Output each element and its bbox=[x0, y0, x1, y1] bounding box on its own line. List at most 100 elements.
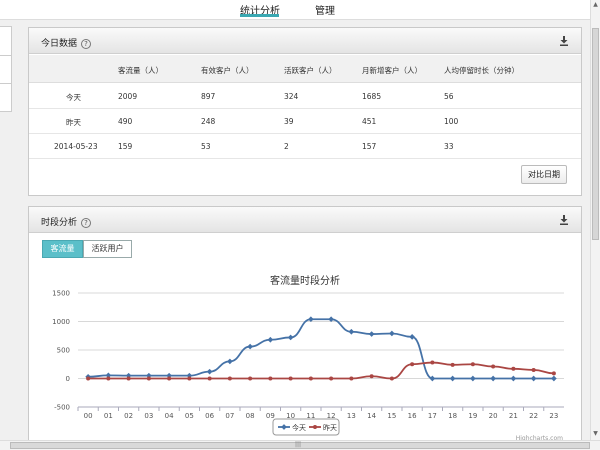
chart-grid bbox=[78, 292, 564, 408]
x-tick-label: 13 bbox=[347, 412, 356, 420]
horizontal-scrollbar[interactable]: ||| bbox=[0, 440, 600, 450]
x-tick-label: 08 bbox=[246, 412, 255, 420]
grip-icon: ||| bbox=[295, 441, 302, 448]
y-tick-label: 0 bbox=[66, 375, 70, 383]
y-tick-label: 500 bbox=[57, 347, 70, 355]
table-row: 2014-05-23 159 53 2 157 33 bbox=[29, 134, 581, 159]
panel-header: 时段分析? bbox=[29, 207, 581, 233]
legend-marker bbox=[313, 425, 317, 429]
x-tick-label: 18 bbox=[448, 412, 457, 420]
download-icon[interactable] bbox=[559, 36, 569, 46]
data-point bbox=[206, 368, 213, 375]
data-point bbox=[470, 362, 475, 367]
data-point bbox=[267, 336, 274, 343]
left-sidebar-stub[interactable] bbox=[0, 26, 12, 112]
legend-label: 今天 bbox=[292, 423, 306, 432]
period-analysis-panel: 时段分析? 客流量 活跃用户 客流量时段分析 -500 0 500 1000 1500 … bbox=[28, 206, 582, 442]
today-data-panel: 今日数据? 客流量（人） 有效客户（人） 活跃客户（人） 月新增客户（人） 人均… bbox=[28, 27, 582, 196]
scroll-up-icon[interactable]: ▲ bbox=[592, 1, 599, 9]
column-header: 活跃客户（人） bbox=[284, 66, 337, 75]
data-point bbox=[530, 375, 537, 382]
traffic-line-chart: 客流量时段分析 -500 0 500 1000 1500 00 01 02 03 04 05 06 0… bbox=[52, 274, 564, 442]
y-tick-label: 1500 bbox=[52, 290, 70, 298]
x-tick-label: 19 bbox=[468, 412, 477, 420]
column-header: 客流量（人） bbox=[118, 66, 163, 75]
legend-label: 昨天 bbox=[323, 423, 337, 432]
data-point bbox=[510, 375, 517, 382]
table-cell: 56 bbox=[444, 92, 454, 101]
data-point bbox=[247, 343, 253, 350]
table-cell: 今天 bbox=[66, 93, 81, 102]
data-point bbox=[349, 376, 354, 381]
question-circle-icon[interactable]: ? bbox=[81, 39, 92, 49]
data-point bbox=[449, 375, 456, 382]
table-cell: 100 bbox=[444, 117, 459, 126]
tab-manage[interactable]: 管理 bbox=[315, 2, 335, 17]
panel-title: 时段分析? bbox=[41, 215, 92, 228]
top-nav: 统计分析 管理 bbox=[0, 0, 590, 20]
table-cell: 2009 bbox=[118, 92, 138, 101]
table-row: 昨天 490 248 39 451 100 bbox=[29, 109, 581, 134]
data-point bbox=[287, 334, 294, 341]
question-circle-icon[interactable]: ? bbox=[81, 218, 92, 228]
today-panel-title: 今日数据 bbox=[41, 39, 78, 49]
x-tick-label: 16 bbox=[408, 412, 417, 420]
sidebar-divider bbox=[0, 83, 12, 84]
data-point bbox=[187, 376, 192, 381]
x-tick-label: 14 bbox=[367, 412, 376, 420]
data-point bbox=[227, 358, 233, 365]
table-cell: 1685 bbox=[362, 92, 382, 101]
x-tick-label: 22 bbox=[529, 412, 538, 420]
table-cell: 昨天 bbox=[66, 118, 81, 127]
x-tick-label: 03 bbox=[144, 412, 153, 420]
chart-legend: 今天 昨天 bbox=[272, 418, 340, 436]
scrollbar-thumb[interactable] bbox=[592, 28, 599, 240]
x-axis: 00 01 02 03 04 05 06 07 08 09 10 11 12 13 14 15 16 17 18 19… bbox=[77, 406, 564, 420]
data-point bbox=[450, 362, 455, 367]
data-point bbox=[227, 376, 232, 381]
x-tick-label: 15 bbox=[387, 412, 396, 420]
data-point bbox=[86, 376, 91, 381]
table-cell: 324 bbox=[284, 92, 299, 101]
data-point bbox=[369, 374, 374, 379]
y-tick-label: -500 bbox=[54, 404, 70, 412]
vertical-scrollbar[interactable]: ▲ ▼ bbox=[590, 0, 600, 440]
page: 统计分析 管理 今日数据? 客流量（人） 有效客户（人） 活跃客户（人） 月新增… bbox=[0, 0, 600, 450]
data-point bbox=[389, 330, 395, 337]
x-tick-label: 21 bbox=[509, 412, 518, 420]
data-point bbox=[106, 376, 111, 381]
panel-header: 今日数据? bbox=[29, 28, 581, 54]
chart-title: 客流量时段分析 bbox=[270, 274, 340, 287]
data-point bbox=[268, 376, 273, 381]
data-point bbox=[490, 375, 496, 382]
data-point bbox=[308, 376, 313, 381]
table-cell: 2 bbox=[284, 142, 289, 151]
data-point bbox=[551, 371, 556, 376]
table-cell: 2014-05-23 bbox=[54, 142, 98, 151]
series-line-0 bbox=[88, 318, 554, 380]
x-tick-label: 09 bbox=[266, 412, 275, 420]
download-icon[interactable] bbox=[559, 215, 569, 225]
data-point bbox=[167, 376, 172, 381]
table-row: 今天 2009 897 324 1685 56 bbox=[29, 84, 581, 109]
data-point bbox=[551, 375, 557, 382]
panel-title: 今日数据? bbox=[41, 36, 92, 49]
table-cell: 490 bbox=[118, 117, 133, 126]
data-point bbox=[491, 364, 496, 369]
compare-date-button[interactable]: 对比日期 bbox=[521, 165, 567, 184]
table-cell: 248 bbox=[201, 117, 216, 126]
active-tab-indicator bbox=[240, 14, 279, 17]
data-point bbox=[531, 367, 536, 372]
table-cell: 157 bbox=[362, 142, 377, 151]
data-point bbox=[409, 334, 415, 340]
table-header: 客流量（人） 有效客户（人） 活跃客户（人） 月新增客户（人） 人均停留时长（分… bbox=[29, 55, 581, 83]
table-cell: 159 bbox=[118, 142, 133, 151]
chart-series bbox=[85, 316, 557, 382]
data-point bbox=[329, 376, 334, 381]
tab-statistics[interactable]: 统计分析 bbox=[240, 2, 280, 17]
column-header: 有效客户（人） bbox=[201, 66, 254, 75]
data-point bbox=[511, 366, 516, 371]
data-point bbox=[389, 376, 394, 381]
scroll-down-icon[interactable]: ▼ bbox=[592, 430, 599, 438]
column-header: 月新增客户（人） bbox=[362, 66, 422, 75]
